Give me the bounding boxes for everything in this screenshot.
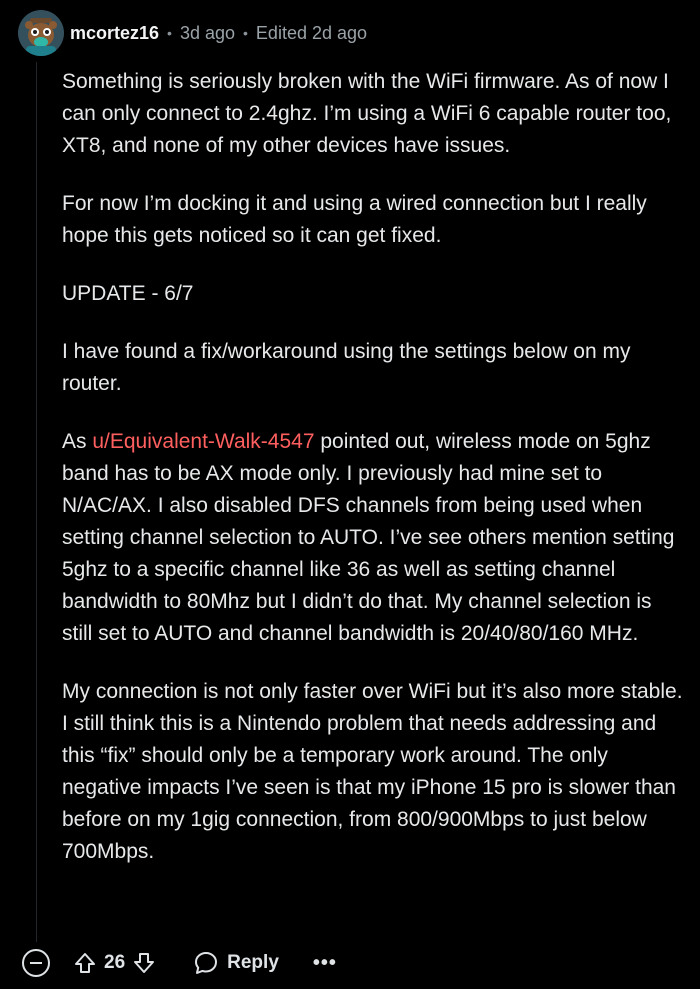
thread-line[interactable] (36, 62, 37, 942)
meta-separator: • (243, 25, 248, 41)
downvote-button[interactable] (129, 948, 159, 978)
upvote-button[interactable] (70, 948, 100, 978)
comment-actions: 26 Reply ••• (22, 944, 337, 982)
downvote-arrow-icon (134, 953, 155, 973)
collapse-button[interactable] (22, 949, 50, 977)
username-link[interactable]: mcortez16 (70, 23, 159, 44)
reply-label: Reply (227, 952, 279, 973)
vote-score: 26 (104, 952, 126, 973)
comment-meta: mcortez16 • 3d ago • Edited 2d ago (70, 23, 367, 44)
user-mention-link[interactable]: u/Equivalent-Walk-4547 (92, 430, 314, 453)
body-text: pointed out, wireless mode on 5ghz band … (62, 430, 675, 645)
more-options-button[interactable]: ••• (313, 953, 337, 973)
avatar[interactable] (18, 10, 64, 56)
speech-bubble-icon (195, 952, 218, 974)
comment: mcortez16 • 3d ago • Edited 2d ago Somet… (0, 0, 700, 989)
body-text: As (62, 430, 93, 453)
body-paragraph: As u/Equivalent-Walk-4547 pointed out, w… (62, 426, 687, 650)
edited-label: Edited 2d ago (255, 22, 368, 43)
collapse-minus-icon (30, 962, 42, 964)
body-paragraph: For now I’m docking it and using a wired… (62, 192, 647, 247)
body-paragraph: UPDATE - 6/7 (62, 282, 194, 305)
meta-separator: • (167, 25, 172, 41)
snoo-avatar-icon (18, 10, 64, 56)
body-paragraph: My connection is not only faster over Wi… (62, 680, 683, 863)
comment-body: Something is seriously broken with the W… (62, 66, 687, 868)
upvote-arrow-icon (75, 953, 95, 973)
reply-button[interactable]: Reply (193, 950, 279, 976)
body-paragraph: I have found a fix/workaround using the … (62, 340, 631, 395)
body-paragraph: Something is seriously broken with the W… (62, 70, 672, 157)
comment-age: 3d ago (179, 22, 236, 43)
comment-header: mcortez16 • 3d ago • Edited 2d ago (18, 10, 367, 56)
vote-controls: 26 (70, 948, 159, 978)
